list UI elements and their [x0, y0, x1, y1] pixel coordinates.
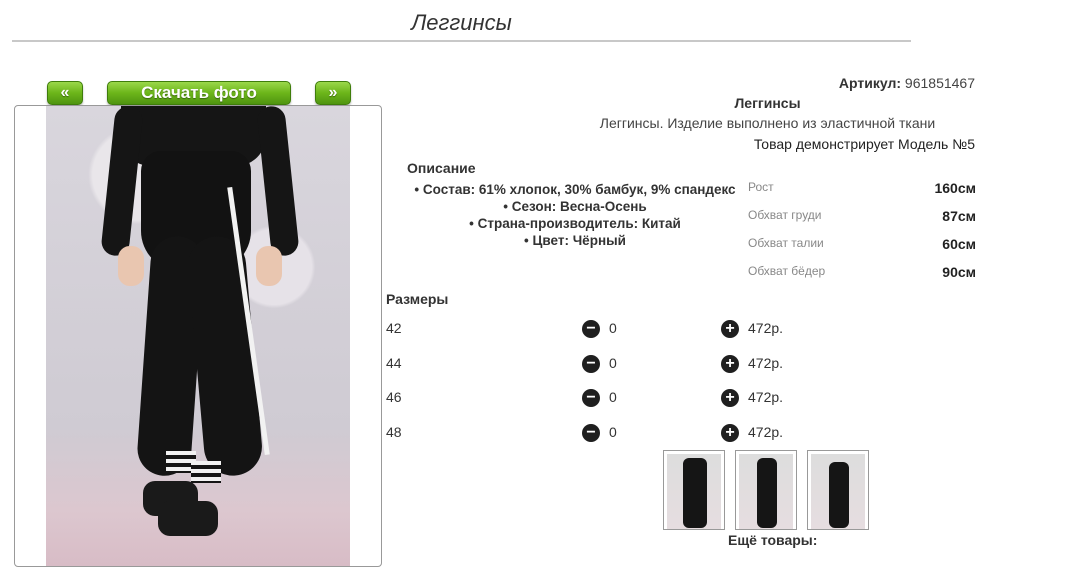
photo-arm-right: [256, 106, 300, 258]
product-thumbnail[interactable]: [807, 450, 869, 530]
size-price: 472р.: [748, 424, 784, 440]
measurement-value: 160см: [934, 180, 976, 196]
size-row: 42 − 0 + 472р.: [386, 320, 886, 340]
product-short-description: Леггинсы. Изделие выполнено из эластично…: [599, 115, 936, 131]
quantity-value: 0: [609, 424, 617, 440]
photo-cuff-right: [191, 461, 221, 483]
article-line: Артикул: 961851467: [560, 75, 975, 91]
quantity-value: 0: [609, 320, 617, 336]
photo-hand-right: [256, 246, 282, 286]
thumbnail-image: [811, 454, 865, 529]
page-title: Леггинсы: [12, 8, 911, 42]
minus-circle-icon[interactable]: −: [582, 320, 600, 338]
description-item: • Состав: 61% хлопок, 30% бамбук, 9% спа…: [414, 182, 736, 197]
article-value: 961851467: [904, 75, 975, 91]
prev-photo-button[interactable]: «: [47, 81, 83, 105]
description-item: • Сезон: Весна-Осень: [503, 199, 647, 214]
size-row: 44 − 0 + 472р.: [386, 355, 886, 375]
thumbnail-image: [667, 454, 721, 529]
measurement-label: Обхват талии: [748, 236, 824, 250]
minus-circle-icon[interactable]: −: [582, 424, 600, 442]
size-price: 472р.: [748, 320, 784, 336]
photo-hand-left: [118, 246, 144, 286]
thumbnail-figure: [683, 458, 707, 528]
measurement-value: 60см: [942, 236, 976, 252]
measurement-label: Обхват груди: [748, 208, 822, 222]
measurement-row: Обхват бёдер 90см: [748, 264, 976, 284]
size-label: 46: [386, 389, 402, 405]
thumbnail-image: [739, 454, 793, 529]
size-row: 48 − 0 + 472р.: [386, 424, 886, 444]
product-thumbnail[interactable]: [663, 450, 725, 530]
plus-circle-icon[interactable]: +: [721, 320, 739, 338]
description-item: • Цвет: Чёрный: [524, 233, 626, 248]
photo-arm-left: [100, 106, 144, 258]
model-note: Товар демонстрирует Модель №5: [753, 136, 975, 152]
size-label: 44: [386, 355, 402, 371]
quantity-value: 0: [609, 389, 617, 405]
more-products-heading: Ещё товары:: [728, 532, 818, 548]
product-name: Леггинсы: [734, 95, 801, 111]
size-label: 42: [386, 320, 402, 336]
product-photo-frame: [14, 105, 382, 567]
measurement-row: Обхват талии 60см: [748, 236, 976, 256]
sizes-heading: Размеры: [386, 291, 449, 307]
thumbnail-figure: [757, 458, 777, 528]
description-item: • Страна-производитель: Китай: [469, 216, 681, 231]
article-label: Артикул:: [838, 75, 902, 91]
size-row: 46 − 0 + 472р.: [386, 389, 886, 409]
photo-shoe-right: [158, 501, 218, 536]
measurement-label: Рост: [748, 180, 774, 194]
plus-circle-icon[interactable]: +: [721, 355, 739, 373]
size-price: 472р.: [748, 355, 784, 371]
next-photo-button[interactable]: »: [315, 81, 351, 105]
measurement-value: 87см: [942, 208, 976, 224]
plus-circle-icon[interactable]: +: [721, 424, 739, 442]
minus-circle-icon[interactable]: −: [582, 355, 600, 373]
measurement-row: Обхват груди 87см: [748, 208, 976, 228]
download-photo-button[interactable]: Скачать фото: [107, 81, 291, 105]
description-list: • Состав: 61% хлопок, 30% бамбук, 9% спа…: [400, 181, 750, 249]
size-label: 48: [386, 424, 402, 440]
product-photo[interactable]: [46, 106, 350, 566]
description-heading: Описание: [407, 160, 476, 176]
quantity-value: 0: [609, 355, 617, 371]
minus-circle-icon[interactable]: −: [582, 389, 600, 407]
product-thumbnail[interactable]: [735, 450, 797, 530]
plus-circle-icon[interactable]: +: [721, 389, 739, 407]
measurement-value: 90см: [942, 264, 976, 280]
thumbnail-figure: [829, 462, 849, 528]
measurement-label: Обхват бёдер: [748, 264, 826, 278]
measurement-row: Рост 160см: [748, 180, 976, 200]
size-price: 472р.: [748, 389, 784, 405]
